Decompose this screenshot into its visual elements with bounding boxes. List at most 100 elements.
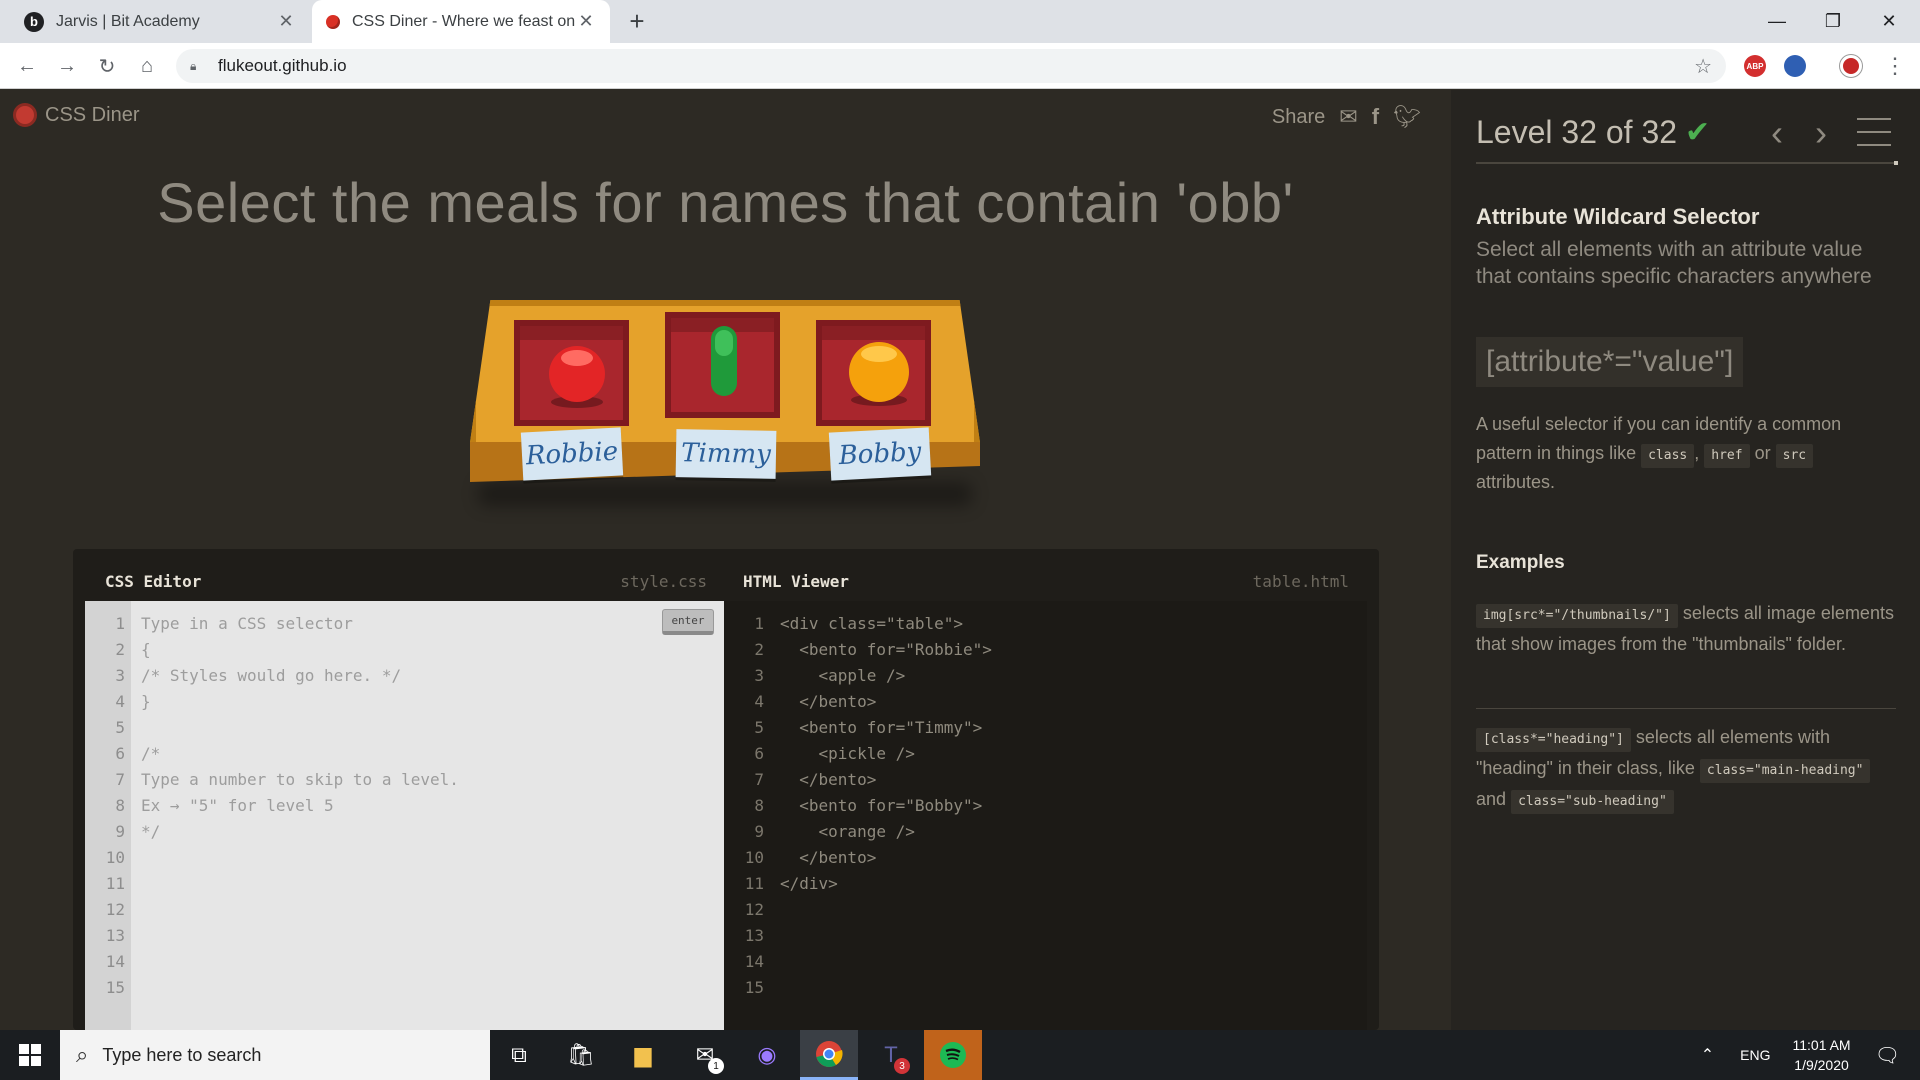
mail-icon[interactable]: ✉ 1 — [676, 1030, 734, 1080]
bento-robbie[interactable] — [514, 320, 629, 426]
example-2-code: [class*="heading"] — [1476, 728, 1631, 752]
line-number: 6 — [115, 744, 125, 763]
show-hidden-icons-icon[interactable]: ⌃ — [1701, 1045, 1714, 1065]
line-number: 11 — [744, 874, 764, 893]
lock-icon: 🔒︎ — [190, 58, 197, 73]
search-icon: ⌕ — [76, 1042, 89, 1067]
browser-menu-icon[interactable]: ⋮ — [1880, 51, 1910, 81]
selector-name: Attribute Wildcard Selector — [1476, 204, 1760, 229]
line-number: 1 — [115, 614, 125, 633]
microsoft-store-icon[interactable]: 🛍︎ — [552, 1030, 610, 1080]
nametag-bobby: Bobby — [828, 427, 932, 481]
line-number: 13 — [744, 926, 764, 945]
new-tab-button[interactable]: + — [622, 0, 652, 43]
spotify-logo — [940, 1042, 966, 1068]
line-number: 5 — [754, 718, 764, 737]
line-number: 12 — [105, 900, 125, 919]
line-number: 3 — [754, 666, 764, 685]
adblock-plus-icon[interactable]: ABP — [1744, 55, 1766, 77]
line-number: 11 — [105, 874, 125, 893]
line-number: 15 — [105, 978, 125, 997]
teams-badge: 3 — [894, 1058, 910, 1074]
teams-icon[interactable]: T3 — [862, 1030, 920, 1080]
minimize-button[interactable]: — — [1754, 0, 1800, 43]
line-number: 2 — [754, 640, 764, 659]
orange-icon[interactable] — [842, 338, 916, 408]
css-editor[interactable]: 1 2 3 4 5 6 7 8 9 10 11 12 13 14 15 Type in a CSS sele… — [85, 601, 724, 1030]
clock[interactable]: 11:01 AM 1/9/2020 — [1792, 1035, 1850, 1075]
hint-suffix: attributes. — [1476, 472, 1556, 492]
bento-bobby[interactable] — [816, 320, 931, 426]
line-number: 10 — [105, 848, 125, 867]
file-explorer-icon[interactable]: ▆ — [614, 1030, 672, 1080]
taskbar-search-box[interactable]: ⌕ Type here to search — [60, 1030, 490, 1080]
task-view-icon[interactable]: ⧉ — [490, 1030, 548, 1080]
level-sidebar: Level 32 of 32 ✔ ‹ › Attribute Wildcard … — [1451, 90, 1920, 1030]
apple-icon[interactable] — [542, 340, 612, 410]
home-icon[interactable]: ⌂ — [132, 51, 162, 81]
css-input[interactable]: Type in a CSS selector { /* Styles would… — [141, 611, 459, 845]
previous-level-arrow-icon[interactable]: ‹ — [1771, 112, 1783, 154]
email-icon[interactable]: ✉ — [1339, 104, 1357, 130]
css-editor-header: CSS Editor style.css — [105, 561, 707, 601]
bit-academy-favicon-icon: b — [24, 11, 44, 32]
url-text: flukeout.github.io — [218, 56, 347, 75]
windows-logo-icon — [19, 1044, 41, 1066]
html-markup: <div class="table"> <bento for="Robbie">… — [780, 614, 992, 893]
level-menu-icon[interactable] — [1857, 118, 1891, 157]
twitter-icon[interactable]: 🐦︎ — [1393, 104, 1421, 130]
enter-button[interactable]: enter — [662, 609, 714, 635]
bento-timmy[interactable] — [665, 312, 780, 418]
browser-toolbar: ← → ↻ ⌂ 🔒︎ flukeout.github.io ☆ ABP ⋮ — [0, 43, 1920, 89]
nametag-robbie: Robbie — [520, 427, 624, 481]
close-window-button[interactable]: ✕ — [1866, 0, 1912, 43]
close-tab-icon[interactable]: ✕ — [276, 11, 296, 32]
address-bar[interactable]: 🔒︎ flukeout.github.io ☆ — [176, 49, 1726, 83]
pickle-icon[interactable] — [707, 322, 741, 402]
language-indicator[interactable]: ENG — [1740, 1047, 1770, 1063]
windows-taskbar: ⌕ Type here to search ⧉ 🛍︎ ▆ ✉ 1 ◉ T3 ⌃ E… — [0, 1030, 1920, 1080]
notifications-icon[interactable]: 🗨︎ — [1875, 1043, 1900, 1068]
example-2-and: and — [1476, 789, 1507, 809]
level-progress-bar — [1476, 161, 1898, 165]
bookmark-star-icon[interactable]: ☆ — [1694, 54, 1712, 79]
share-bar: Share ✉ f 🐦︎ — [1272, 104, 1421, 130]
tab-title: Jarvis | Bit Academy — [56, 12, 200, 30]
reload-icon[interactable]: ↻ — [92, 51, 122, 81]
line-number: 8 — [754, 796, 764, 815]
line-number: 14 — [105, 952, 125, 971]
back-arrow-icon[interactable]: ← — [12, 51, 42, 81]
selector-hint: A useful selector if you can identify a … — [1476, 414, 1842, 492]
spotify-icon[interactable] — [924, 1030, 982, 1080]
discord-icon[interactable]: ◉ — [738, 1030, 796, 1080]
facebook-icon[interactable]: f — [1372, 104, 1379, 130]
line-number: 9 — [115, 822, 125, 841]
example-2-code-main-heading: class="main-heading" — [1699, 759, 1871, 783]
line-number: 10 — [744, 848, 764, 867]
example-1-code: img[src*="/thumbnails/"] — [1476, 604, 1678, 628]
next-level-arrow-icon[interactable]: › — [1815, 112, 1827, 154]
tab-jarvis-bit-academy[interactable]: b Jarvis | Bit Academy ✕ — [10, 0, 310, 43]
line-number: 12 — [744, 900, 764, 919]
examples-divider — [1476, 708, 1896, 709]
close-tab-icon[interactable]: ✕ — [576, 11, 596, 32]
forward-arrow-icon[interactable]: → — [52, 51, 82, 81]
tab-css-diner[interactable]: CSS Diner - Where we feast on C ✕ — [312, 0, 610, 43]
chrome-icon[interactable] — [800, 1030, 858, 1080]
hint-or: or — [1754, 443, 1771, 463]
html-viewer-header: HTML Viewer table.html — [743, 561, 1349, 601]
example-2-code-sub-heading: class="sub-heading" — [1511, 790, 1674, 814]
dining-table: Robbie Timmy Bobby — [470, 300, 980, 506]
extension-icon[interactable] — [1784, 55, 1806, 77]
line-number: 3 — [115, 666, 125, 685]
css-diner-logo[interactable]: CSS Diner — [13, 103, 139, 127]
example-1: img[src*="/thumbnails/"] selects all ima… — [1476, 598, 1896, 660]
html-viewer-title: HTML Viewer — [743, 571, 849, 591]
selector-syntax: [attribute*="value"] — [1476, 337, 1744, 387]
profile-avatar-icon[interactable] — [1840, 55, 1862, 77]
clock-time: 11:01 AM — [1792, 1037, 1851, 1053]
maximize-button[interactable]: ❐ — [1810, 0, 1856, 43]
start-button[interactable] — [0, 1030, 60, 1080]
css-editor-title: CSS Editor — [105, 571, 202, 591]
line-number: 1 — [754, 614, 764, 633]
